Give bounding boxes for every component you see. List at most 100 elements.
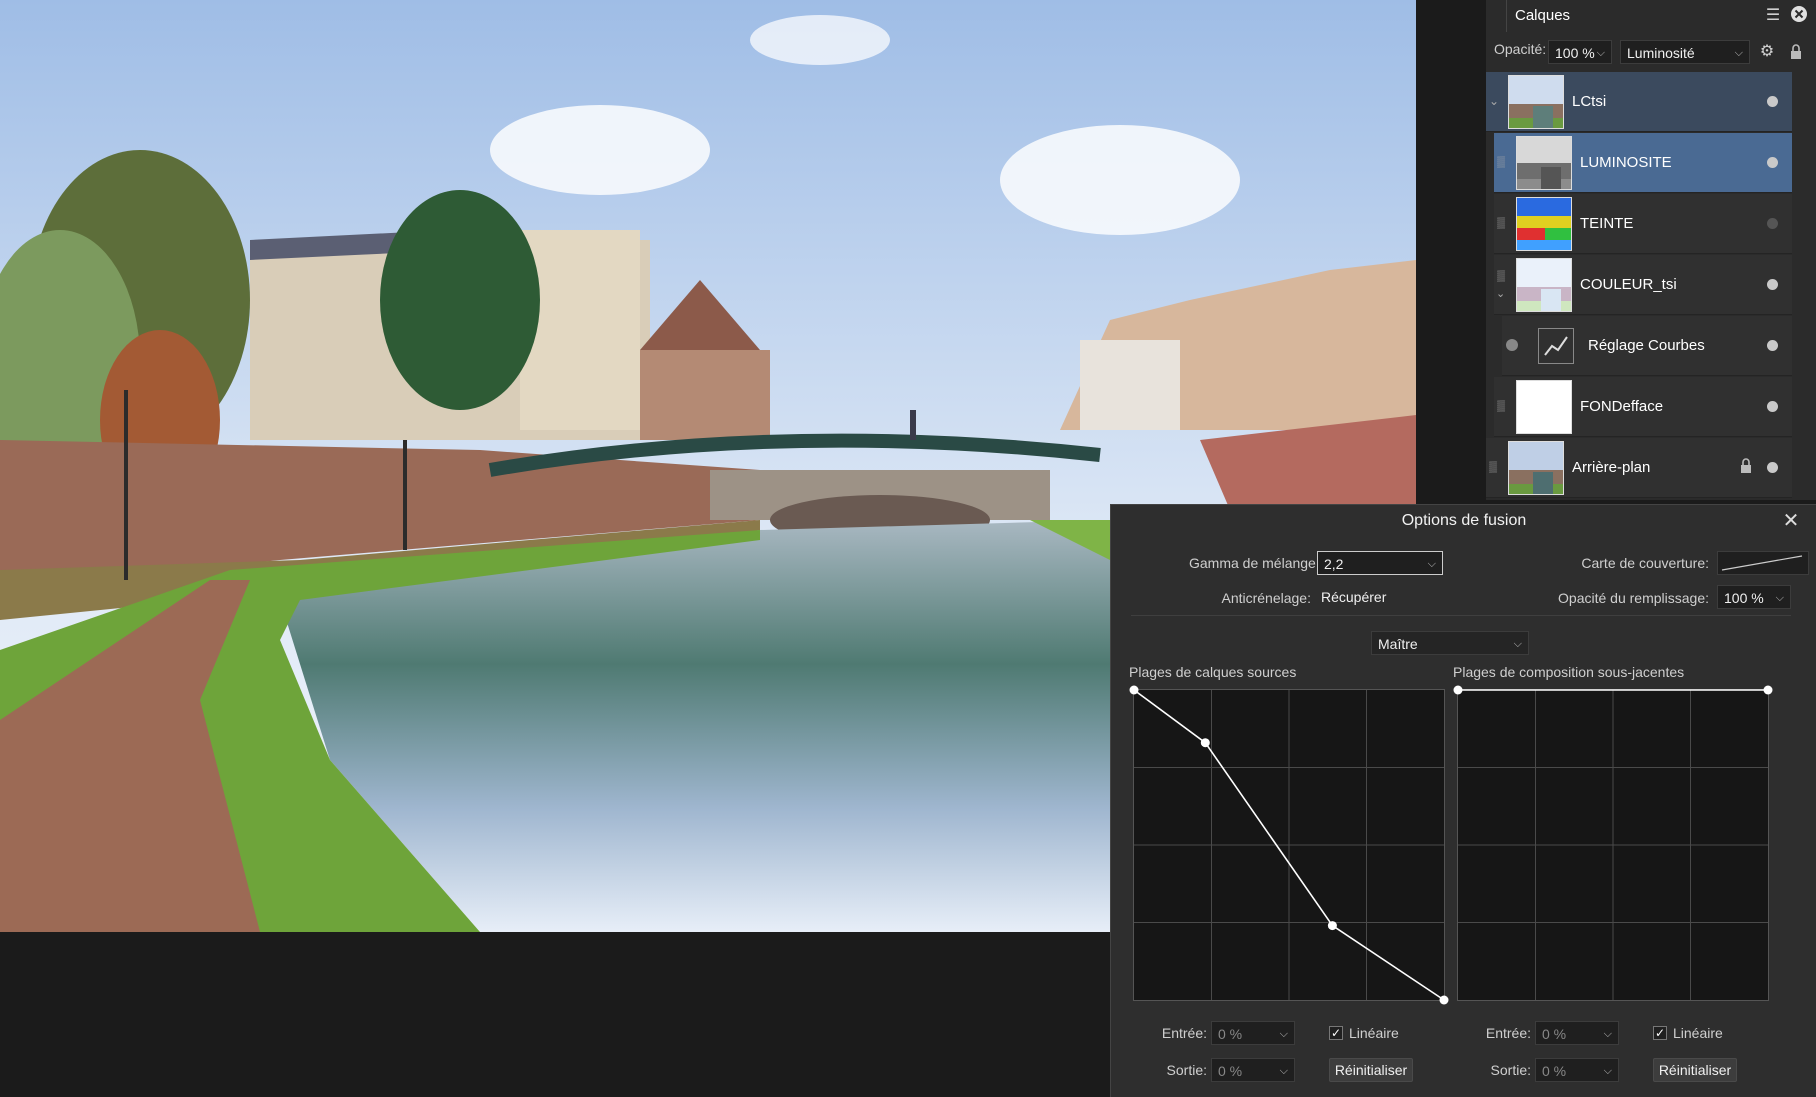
layer-name: TEINTE xyxy=(1580,215,1634,232)
layer-name: LUMINOSITE xyxy=(1580,154,1672,171)
blend-mode-select[interactable]: Luminosité ⌵ xyxy=(1620,40,1750,64)
linear-checkbox[interactable]: ✓ xyxy=(1653,1026,1667,1040)
gamma-label: Gamma de mélange: xyxy=(1189,555,1320,571)
channel-value: Maître xyxy=(1378,636,1418,652)
opacity-value: 100 % xyxy=(1555,45,1595,61)
layer-row-teinte[interactable]: ▒ TEINTE xyxy=(1494,194,1792,254)
fill-opacity-label: Opacité du remplissage: xyxy=(1558,590,1709,606)
chevron-down-icon: ⌵ xyxy=(1775,592,1784,604)
output-label: Sortie: xyxy=(1166,1062,1207,1078)
opacity-select[interactable]: 100 % ⌵ xyxy=(1548,40,1612,64)
tab-layers[interactable]: Calques xyxy=(1506,0,1585,32)
close-icon[interactable]: ✕ xyxy=(1779,509,1803,533)
layer-row-fondefface[interactable]: ▒ FONDefface xyxy=(1494,377,1792,437)
layers-panel-header: Calques ☰ xyxy=(1486,0,1816,32)
coverage-map-button[interactable] xyxy=(1717,551,1809,575)
channel-select[interactable]: Maître ⌵ xyxy=(1371,631,1529,655)
input-value: 0 % xyxy=(1218,1026,1243,1042)
source-range-control-point[interactable] xyxy=(1327,921,1337,931)
output-field[interactable]: 0 % ⌵ xyxy=(1535,1058,1619,1082)
chevron-down-icon: ⌵ xyxy=(1279,1028,1288,1040)
layer-thumbnail xyxy=(1516,380,1572,434)
chevron-down-icon: ⌵ xyxy=(1603,1028,1612,1040)
antialias-label: Anticrénelage: xyxy=(1221,590,1311,606)
visibility-toggle[interactable] xyxy=(1767,279,1778,290)
layer-name: LCtsi xyxy=(1572,93,1607,110)
layer-thumbnail xyxy=(1508,441,1564,495)
mask-grip-icon: ▒ xyxy=(1489,461,1497,473)
layer-name: COULEUR_tsi xyxy=(1580,276,1677,293)
antialias-select[interactable]: Récupérer xyxy=(1321,589,1441,605)
layer-row-lctsi[interactable]: ⌄ LCtsi xyxy=(1486,72,1792,132)
layer-thumbnail xyxy=(1516,258,1572,312)
linear-label: Linéaire xyxy=(1673,1025,1723,1041)
underlying-range-control-point[interactable] xyxy=(1453,685,1463,695)
blend-options-dialog: Options de fusion ✕ Gamma de mélange: 2,… xyxy=(1110,504,1816,1097)
layer-row-arriere-plan[interactable]: ▒ Arrière-plan xyxy=(1486,438,1792,498)
dialog-title: Options de fusion xyxy=(1401,512,1527,529)
underlying-range-control-point[interactable] xyxy=(1763,685,1773,695)
gamma-value: 2,2 xyxy=(1324,556,1344,572)
input-field[interactable]: 0 % ⌵ xyxy=(1211,1021,1295,1045)
gear-icon[interactable]: ⚙ xyxy=(1756,41,1778,63)
layer-name: Arrière-plan xyxy=(1572,459,1651,476)
layer-row-reglage-courbes[interactable]: Réglage Courbes xyxy=(1502,316,1792,376)
output-value: 0 % xyxy=(1218,1063,1243,1079)
linear-checkbox[interactable]: ✓ xyxy=(1329,1026,1343,1040)
opacity-label: Opacité: xyxy=(1494,41,1547,57)
layer-thumbnail xyxy=(1516,136,1572,190)
underlying-ranges-graph[interactable] xyxy=(1453,685,1773,1001)
visibility-toggle[interactable] xyxy=(1767,340,1778,351)
chevron-down-icon: ⌵ xyxy=(1734,47,1743,59)
mask-grip-icon: ▒ xyxy=(1497,270,1505,282)
chevron-down-icon: ⌵ xyxy=(1513,638,1522,650)
layer-name: Réglage Courbes xyxy=(1588,337,1705,354)
input-label: Entrée: xyxy=(1161,1025,1207,1041)
output-value: 0 % xyxy=(1542,1063,1567,1079)
mask-grip-icon: ▒ xyxy=(1497,217,1505,229)
visibility-toggle[interactable] xyxy=(1767,462,1778,473)
gamma-select[interactable]: 2,2 ⌵ xyxy=(1317,551,1443,575)
visibility-toggle[interactable] xyxy=(1767,401,1778,412)
input-field[interactable]: 0 % ⌵ xyxy=(1535,1021,1619,1045)
layer-thumbnail xyxy=(1516,197,1572,251)
source-ranges-title: Plages de calques sources xyxy=(1129,664,1297,680)
fill-opacity-select[interactable]: 100 % ⌵ xyxy=(1717,585,1791,609)
layer-name: FONDefface xyxy=(1580,398,1664,415)
chevron-down-icon: ⌵ xyxy=(1427,558,1436,570)
coverage-label: Carte de couverture: xyxy=(1581,555,1709,571)
source-ranges-graph[interactable] xyxy=(1129,685,1449,1005)
linear-label: Linéaire xyxy=(1349,1025,1399,1041)
input-label: Entrée: xyxy=(1485,1025,1531,1041)
lock-icon[interactable] xyxy=(1740,458,1754,476)
expand-chevron-icon[interactable]: ⌄ xyxy=(1496,287,1505,300)
lock-icon[interactable] xyxy=(1790,44,1802,60)
reset-button[interactable]: Réinitialiser xyxy=(1329,1058,1413,1082)
visibility-toggle[interactable] xyxy=(1767,157,1778,168)
visibility-toggle[interactable] xyxy=(1767,96,1778,107)
reset-button[interactable]: Réinitialiser xyxy=(1653,1058,1737,1082)
output-label: Sortie: xyxy=(1490,1062,1531,1078)
close-panel-icon[interactable] xyxy=(1788,5,1810,27)
layers-panel: Calques ☰ Opacité: 100 % ⌵ Luminosité ⌵ … xyxy=(1486,0,1816,500)
adjustment-type-icon xyxy=(1506,339,1518,351)
curves-adjustment-icon xyxy=(1538,328,1574,364)
source-range-control-point[interactable] xyxy=(1129,685,1139,695)
source-range-control-point[interactable] xyxy=(1200,738,1210,748)
chevron-down-icon: ⌵ xyxy=(1279,1065,1288,1077)
underlying-ranges-title: Plages de composition sous-jacentes xyxy=(1453,664,1685,680)
blend-mode-value: Luminosité xyxy=(1627,45,1695,61)
visibility-toggle[interactable] xyxy=(1767,218,1778,229)
fill-opacity-value: 100 % xyxy=(1724,590,1764,606)
panel-menu-icon[interactable]: ☰ xyxy=(1762,5,1784,27)
source-range-control-point[interactable] xyxy=(1439,995,1449,1005)
chevron-down-icon: ⌵ xyxy=(1596,47,1605,59)
divider xyxy=(1131,615,1791,616)
expand-chevron-icon[interactable]: ⌄ xyxy=(1489,94,1499,108)
layer-row-couleur-tsi[interactable]: ▒ ⌄ COULEUR_tsi xyxy=(1494,255,1792,315)
mask-grip-icon: ▒ xyxy=(1497,400,1505,412)
layer-thumbnail xyxy=(1508,75,1564,129)
output-field[interactable]: 0 % ⌵ xyxy=(1211,1058,1295,1082)
input-value: 0 % xyxy=(1542,1026,1567,1042)
layer-row-luminosite[interactable]: ▒ LUMINOSITE xyxy=(1494,133,1792,193)
